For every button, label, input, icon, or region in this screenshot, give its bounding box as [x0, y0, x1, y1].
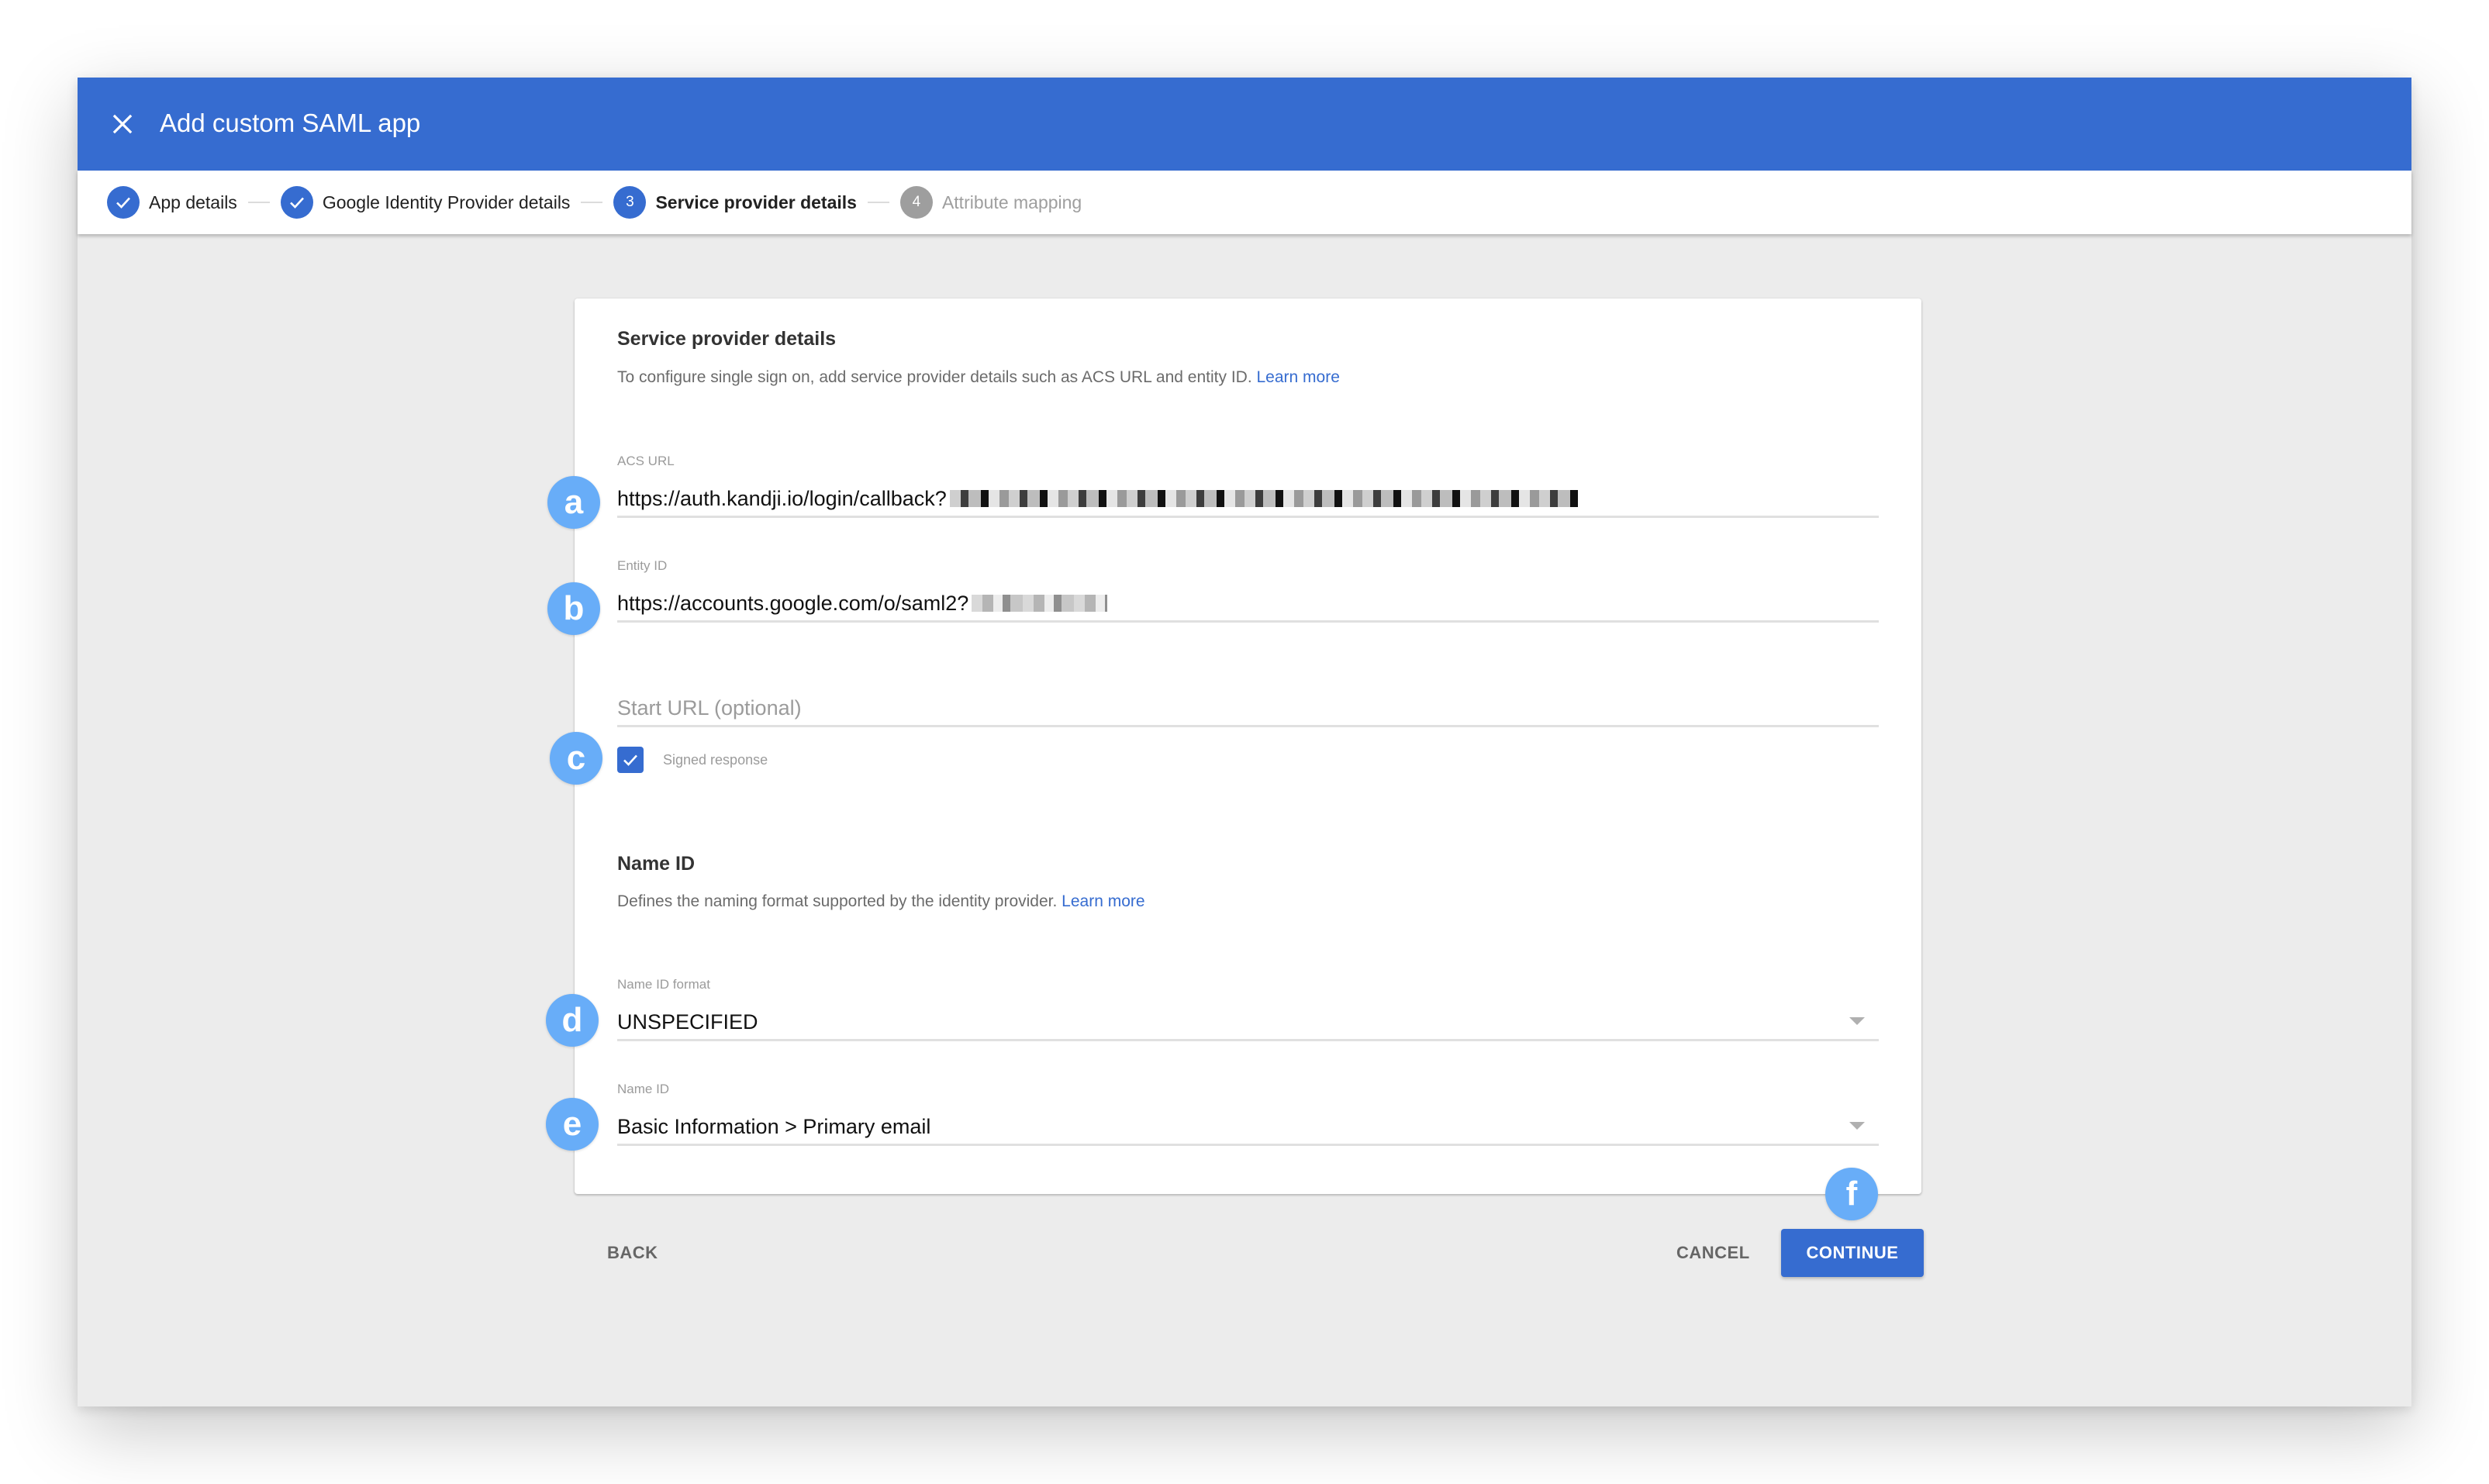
selected-value: UNSPECIFIED — [617, 1010, 758, 1034]
step-label: Service provider details — [655, 192, 857, 212]
redacted-value — [949, 490, 1578, 507]
annotation-badge-e: e — [546, 1098, 599, 1151]
step-number-circle: 3 — [613, 186, 647, 219]
step-completed-circle — [107, 186, 140, 219]
description-text: Defines the naming format supported by t… — [617, 892, 1058, 910]
step-connector — [867, 202, 889, 203]
signed-response-checkbox[interactable] — [617, 747, 644, 773]
signed-response-row[interactable]: Signed response — [617, 747, 768, 773]
stepper: App details Google Identity Provider det… — [78, 171, 2411, 234]
field-label — [617, 663, 1879, 682]
entity-id-field[interactable]: Entity ID https://accounts.google.com/o/… — [617, 558, 1879, 623]
field-label: Name ID — [617, 1082, 670, 1096]
step-label: Google Identity Provider details — [322, 192, 571, 212]
field-label: Name ID format — [617, 977, 710, 992]
redacted-value — [972, 595, 1108, 612]
step-number-circle: 4 — [899, 186, 933, 219]
step-app-details[interactable]: App details — [107, 186, 237, 219]
app-bar: Add custom SAML app — [78, 78, 2411, 171]
annotation-badge-f: f — [1825, 1168, 1878, 1220]
section-description: To configure single sign on, add service… — [617, 368, 1340, 387]
name-id-format-field[interactable]: Name ID format UNSPECIFIED — [617, 977, 1879, 1041]
step-connector — [581, 202, 603, 203]
step-completed-circle — [280, 186, 313, 219]
step-label: App details — [149, 192, 237, 212]
name-id-select[interactable]: Basic Information > Primary email — [617, 1110, 1879, 1146]
annotation-badge-d: d — [546, 994, 599, 1047]
dialog-title: Add custom SAML app — [160, 109, 421, 137]
back-button[interactable]: BACK — [607, 1243, 658, 1263]
service-provider-card: Service provider details To configure si… — [575, 299, 1921, 1194]
check-icon — [623, 754, 637, 766]
name-id-format-select[interactable]: UNSPECIFIED — [617, 1005, 1879, 1041]
learn-more-link[interactable]: Learn more — [1062, 892, 1144, 910]
step-connector — [247, 202, 270, 203]
annotation-badge-a: a — [547, 476, 600, 529]
add-saml-app-dialog: Add custom SAML app App details Google I… — [78, 78, 2411, 1406]
close-button[interactable] — [105, 107, 140, 141]
field-value: https://auth.kandji.io/login/callback? — [617, 487, 947, 510]
step-attribute-mapping: 4 Attribute mapping — [899, 186, 1082, 219]
cancel-button[interactable]: CANCEL — [1676, 1243, 1750, 1263]
step-google-idp-details[interactable]: Google Identity Provider details — [280, 186, 571, 219]
start-url-field[interactable]: Start URL (optional) — [617, 663, 1879, 727]
field-value: https://accounts.google.com/o/saml2? — [617, 592, 969, 615]
continue-button[interactable]: CONTINUE — [1781, 1229, 1924, 1277]
name-id-field[interactable]: Name ID Basic Information > Primary emai… — [617, 1082, 1879, 1146]
learn-more-link[interactable]: Learn more — [1257, 368, 1340, 386]
dropdown-arrow-icon[interactable] — [1849, 1122, 1865, 1130]
step-service-provider-details[interactable]: 3 Service provider details — [613, 186, 857, 219]
checkbox-label: Signed response — [663, 751, 768, 768]
section-title: Service provider details — [617, 328, 837, 350]
close-icon — [112, 114, 133, 134]
name-id-title: Name ID — [617, 853, 696, 875]
description-text: To configure single sign on, add service… — [617, 368, 1252, 386]
acs-url-field[interactable]: ACS URL https://auth.kandji.io/login/cal… — [617, 454, 1879, 518]
annotation-badge-c: c — [550, 732, 602, 785]
step-label: Attribute mapping — [941, 192, 1082, 212]
field-label: ACS URL — [617, 454, 675, 468]
acs-url-input[interactable]: https://auth.kandji.io/login/callback? — [617, 481, 1879, 518]
check-icon — [289, 197, 304, 209]
check-icon — [116, 197, 130, 209]
entity-id-input[interactable]: https://accounts.google.com/o/saml2? — [617, 586, 1879, 623]
start-url-input[interactable]: Start URL (optional) — [617, 691, 1879, 727]
selected-value: Basic Information > Primary email — [617, 1115, 931, 1138]
name-id-description: Defines the naming format supported by t… — [617, 892, 1145, 911]
dropdown-arrow-icon[interactable] — [1849, 1017, 1865, 1025]
annotation-badge-b: b — [547, 582, 600, 635]
field-label: Entity ID — [617, 558, 668, 573]
